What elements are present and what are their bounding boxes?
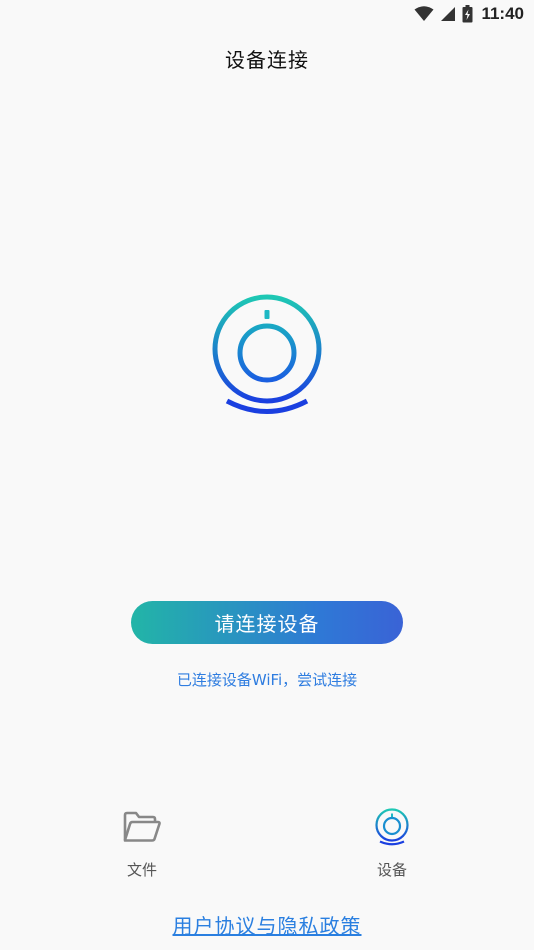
bottom-tab-bar: 文件 设备 [0, 805, 534, 885]
camera-device-icon [205, 292, 329, 424]
privacy-policy-link[interactable]: 用户协议与隐私政策 [0, 910, 534, 939]
folder-icon [120, 805, 164, 849]
wifi-connect-link[interactable]: 已连接设备WiFi，尝试连接 [0, 669, 534, 690]
camera-device-icon [370, 805, 414, 849]
signal-icon [440, 6, 456, 22]
tab-label: 文件 [126, 861, 157, 879]
page-title: 设备连接 [225, 48, 309, 72]
status-bar: 11:40 [0, 0, 534, 28]
wifi-icon [414, 6, 434, 22]
tab-label: 设备 [376, 861, 407, 879]
tab-device[interactable]: 设备 [352, 805, 432, 880]
battery-icon [462, 5, 473, 23]
tab-files[interactable]: 文件 [102, 805, 182, 880]
connect-device-button[interactable]: 请连接设备 [131, 601, 403, 644]
status-time: 11:40 [481, 4, 524, 23]
